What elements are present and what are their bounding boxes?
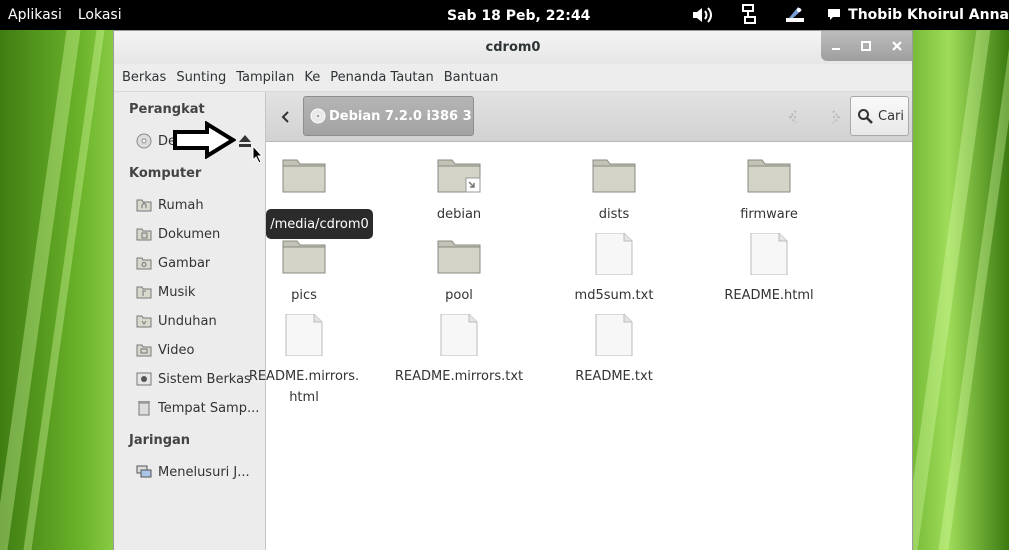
places-menu[interactable]: Lokasi <box>70 0 130 30</box>
minimize-button[interactable] <box>821 31 851 61</box>
tooltip: /media/cdrom0 <box>266 209 373 239</box>
folder-item[interactable]: pics <box>229 233 379 306</box>
file-item[interactable]: README.mirrors.txt <box>384 314 534 387</box>
menu-file[interactable]: Berkas <box>117 64 171 92</box>
file-manager-window: cdrom0 Berkas Sunting Tampilan Ke Penand… <box>113 30 913 550</box>
music-folder-icon <box>136 284 152 300</box>
text-file-icon <box>384 314 534 356</box>
text-file-icon <box>539 233 689 275</box>
file-name: README.html <box>724 288 814 303</box>
file-name: README.mirrors. html <box>248 369 360 405</box>
close-button[interactable] <box>882 31 912 61</box>
text-file-icon <box>694 233 844 275</box>
videos-folder-icon <box>136 342 152 358</box>
search-label: Cari <box>878 108 904 124</box>
sidebar-item-label: Unduhan <box>158 313 217 329</box>
sidebar-item-browse-network[interactable]: Menelusuri J... <box>136 461 266 483</box>
sidebar-heading-network: Jaringan <box>129 433 191 448</box>
folder-icon <box>384 233 534 275</box>
sidebar-item-label: Menelusuri J... <box>158 464 250 480</box>
folder-item[interactable]: debian <box>384 152 534 225</box>
menu-edit[interactable]: Sunting <box>171 64 231 92</box>
search-icon <box>857 108 873 124</box>
user-menu[interactable]: Thobib Khoirul Anna <box>844 7 1009 23</box>
folder-item[interactable]: pool <box>384 233 534 306</box>
file-name: md5sum.txt <box>574 288 654 303</box>
file-view: debian dists firmware pics pool md5sum.txt REA… <box>249 142 912 550</box>
menu-bar: Berkas Sunting Tampilan Ke Penanda Tauta… <box>114 64 912 92</box>
sidebar-heading-devices: Perangkat <box>129 102 205 117</box>
path-bar-label: Debian 7.2.0 i386 3 <box>329 108 472 124</box>
file-item[interactable]: md5sum.txt <box>539 233 689 306</box>
home-folder-icon <box>136 197 152 213</box>
network-icon <box>136 464 152 480</box>
applications-menu[interactable]: Aplikasi <box>0 0 70 30</box>
folder-icon <box>539 152 689 194</box>
folder-link-icon <box>384 152 534 194</box>
file-item[interactable]: README.mirrors. html <box>229 314 379 408</box>
file-item[interactable]: README.html <box>694 233 844 306</box>
back-arrow-icon[interactable] <box>786 104 810 130</box>
sidebar-heading-computer: Komputer <box>129 166 202 181</box>
downloads-folder-icon <box>136 313 152 329</box>
system-tray: Thobib Khoirul Anna <box>680 0 1009 30</box>
sidebar-item-label: Video <box>158 342 195 358</box>
disc-icon <box>310 108 326 124</box>
maximize-button[interactable] <box>851 31 881 61</box>
eject-icon[interactable] <box>238 133 252 152</box>
file-name: README.mirrors.txt <box>394 369 524 384</box>
network-icon[interactable] <box>734 0 764 30</box>
file-name: pool <box>445 288 473 303</box>
folder-icon <box>694 152 844 194</box>
folder-item[interactable] <box>229 152 379 204</box>
path-back-button[interactable] <box>270 97 300 136</box>
sidebar-item-label: Musik <box>158 284 196 300</box>
harddisk-icon <box>136 371 152 387</box>
file-name: firmware <box>740 207 798 222</box>
arrow-annotation-icon <box>172 120 237 163</box>
pictures-folder-icon <box>136 255 152 271</box>
folder-item[interactable]: dists <box>539 152 689 225</box>
menu-go[interactable]: Ke <box>299 64 325 92</box>
text-file-icon <box>539 314 689 356</box>
clock[interactable]: Sab 18 Peb, 22:44 <box>447 0 590 32</box>
menu-view[interactable]: Tampilan <box>231 64 299 92</box>
window-controls <box>821 31 912 61</box>
window-title: cdrom0 <box>485 40 541 55</box>
sidebar-item-label: Rumah <box>158 197 204 213</box>
file-item[interactable]: README.txt <box>539 314 689 387</box>
top-panel: Aplikasi Lokasi Sab 18 Peb, 22:44 Thobib… <box>0 0 1009 30</box>
path-bar-button[interactable]: Debian 7.2.0 i386 3 <box>303 96 474 136</box>
search-button[interactable]: Cari <box>850 96 909 136</box>
sidebar-item-label: Gambar <box>158 255 211 271</box>
disc-icon <box>136 133 152 149</box>
title-bar[interactable]: cdrom0 <box>114 31 912 64</box>
menu-bookmarks[interactable]: Penanda Tautan <box>325 64 438 92</box>
text-file-icon <box>229 314 379 356</box>
tools-icon[interactable] <box>780 0 810 30</box>
file-name: debian <box>436 207 482 222</box>
sidebar-item-label: Dokumen <box>158 226 221 242</box>
file-name: pics <box>291 288 317 303</box>
file-name: README.txt <box>575 369 653 384</box>
chat-icon[interactable] <box>826 0 842 30</box>
file-name: dists <box>598 207 630 222</box>
folder-icon <box>229 233 379 275</box>
forward-arrow-icon[interactable] <box>819 104 843 130</box>
documents-folder-icon <box>136 226 152 242</box>
menu-help[interactable]: Bantuan <box>439 64 504 92</box>
folder-icon <box>229 152 379 194</box>
toolbar: Debian 7.2.0 i386 3 Cari <box>266 92 912 142</box>
trash-icon <box>136 400 152 416</box>
volume-icon[interactable] <box>688 0 718 30</box>
folder-item[interactable]: firmware <box>694 152 844 225</box>
